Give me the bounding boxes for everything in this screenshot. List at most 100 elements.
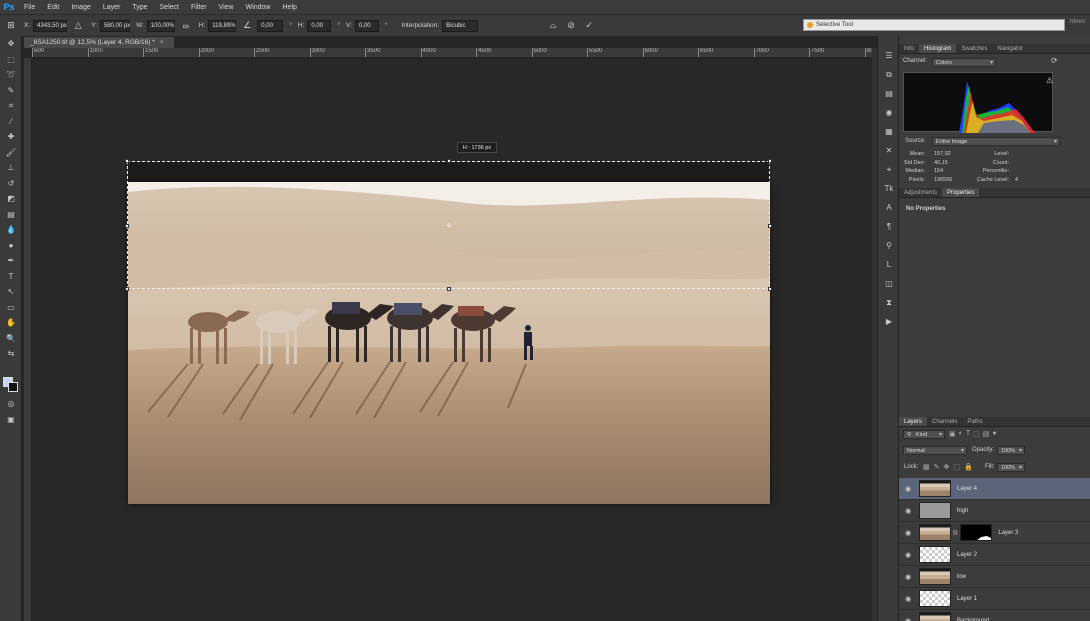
filter-pixel-icon[interactable]: ▣ — [949, 430, 956, 438]
timeline-icon[interactable]: ⧗ — [878, 293, 900, 312]
screen-mode-icon[interactable]: ▣ — [0, 412, 22, 428]
visibility-eye-icon[interactable]: ◉ — [899, 573, 917, 581]
warp-icon[interactable]: ⌓ — [546, 19, 560, 33]
pen-tool-icon[interactable]: ✒ — [0, 253, 22, 269]
visibility-eye-icon[interactable]: ◉ — [899, 595, 917, 603]
layer-row[interactable]: ◉ Layer 2 — [899, 544, 1090, 566]
interpolation-select[interactable]: Bicubic — [442, 19, 479, 32]
refresh-histogram-icon[interactable]: ⟳ — [1051, 56, 1058, 65]
hskew-field[interactable]: 0,00 — [307, 19, 332, 32]
layer-row[interactable]: ◉ Layer 4 — [899, 478, 1090, 500]
character-panel-icon[interactable]: Tk — [878, 179, 900, 198]
filter-shape-icon[interactable]: ⬚ — [973, 430, 980, 438]
clone-source-icon[interactable]: ⌖ — [878, 160, 900, 179]
visibility-eye-icon[interactable]: ◉ — [899, 507, 917, 515]
tab-paths[interactable]: Paths — [962, 417, 987, 426]
menu-help[interactable]: Help — [277, 4, 303, 11]
menu-type[interactable]: Type — [126, 4, 153, 11]
tab-navigator[interactable]: Navigator — [992, 44, 1028, 53]
menu-view[interactable]: View — [213, 4, 240, 11]
mask-link-icon[interactable]: ⛓ — [952, 530, 958, 536]
lock-image-icon[interactable]: ✎ — [934, 463, 940, 471]
play-panel-icon[interactable]: ▶ — [878, 312, 900, 331]
workspace-switcher[interactable]: hbres — [1070, 19, 1090, 31]
layer-mask-thumbnail[interactable] — [960, 524, 993, 541]
filter-type-icon[interactable]: T — [966, 430, 970, 438]
eraser-tool-icon[interactable]: ◩ — [0, 191, 22, 207]
layer-row[interactable]: ◉ ⛓ Layer 3 — [899, 522, 1090, 544]
visibility-eye-icon[interactable]: ◉ — [899, 485, 917, 493]
commit-transform-icon[interactable]: ✓ — [582, 19, 596, 33]
adjustments-icon[interactable]: ◫ — [878, 274, 900, 293]
tab-layers[interactable]: Layers — [899, 417, 928, 426]
layer-row[interactable]: ◉ Background — [899, 610, 1090, 621]
type-tool-icon[interactable]: T — [0, 269, 22, 285]
angle-field[interactable]: 0,00 — [257, 19, 284, 32]
delta-icon[interactable]: △ — [71, 19, 85, 33]
brush-tool-icon[interactable]: 🖌 — [0, 145, 22, 161]
vskew-field[interactable]: 0,00 — [354, 19, 379, 32]
width-field[interactable]: 100,00% — [146, 19, 175, 32]
channel-select[interactable]: Colors — [932, 58, 996, 67]
source-select[interactable]: Entire Image — [932, 137, 1060, 146]
brush-panel-icon[interactable]: ⚲ — [878, 236, 900, 255]
lock-transparent-icon[interactable]: ▦ — [923, 463, 930, 471]
link-icon[interactable]: ∞ — [179, 19, 193, 33]
paragraph-styles-icon[interactable]: A — [878, 198, 900, 217]
gradient-tool-icon[interactable]: ▤ — [0, 207, 22, 223]
history-panel-icon[interactable]: ⧉ — [878, 65, 900, 84]
paragraph-panel-icon[interactable]: ¶ — [878, 217, 900, 236]
layer-comps-icon[interactable]: L — [878, 255, 900, 274]
tab-histogram[interactable]: Histogram — [919, 44, 957, 53]
search-input[interactable]: Selective Tool — [803, 19, 1065, 31]
tool-presets-icon[interactable]: ✕ — [878, 141, 900, 160]
tab-adjustments[interactable]: Adjustments — [899, 188, 942, 197]
filter-toggle-icon[interactable]: ● — [992, 430, 996, 438]
menu-window[interactable]: Window — [240, 4, 277, 11]
blend-mode-select[interactable]: Normal — [903, 446, 967, 455]
notes-panel-icon[interactable]: ▤ — [878, 84, 900, 103]
filter-adjustment-icon[interactable]: ◐ — [959, 430, 963, 438]
visibility-eye-icon[interactable]: ◉ — [899, 529, 917, 537]
path-select-icon[interactable]: ↖ — [0, 284, 22, 300]
swap-colors-icon[interactable]: ⇆ — [0, 346, 22, 362]
close-document-icon[interactable]: × — [160, 39, 164, 46]
filter-smart-icon[interactable]: ▤ — [983, 430, 990, 438]
actions-panel-icon[interactable]: ☰ — [878, 46, 900, 65]
y-position-field[interactable]: 580,00 px — [99, 19, 130, 32]
visibility-eye-icon[interactable]: ◉ — [899, 551, 917, 559]
document-image[interactable] — [128, 182, 770, 504]
marquee-tool-icon[interactable]: ⬚ — [0, 52, 22, 68]
height-field[interactable]: 119,89% — [208, 19, 237, 32]
reference-point-icon[interactable]: ⊞ — [4, 19, 18, 33]
layer-row[interactable]: ◉ high — [899, 500, 1090, 522]
lock-position-icon[interactable]: ✥ — [944, 463, 950, 471]
styles-panel-icon[interactable]: ▦ — [878, 122, 900, 141]
cancel-transform-icon[interactable]: ⊘ — [564, 19, 578, 33]
history-brush-icon[interactable]: ↺ — [0, 176, 22, 192]
lock-all-icon[interactable]: 🔒 — [964, 463, 973, 471]
fill-field[interactable]: 100% — [997, 463, 1025, 472]
menu-image[interactable]: Image — [65, 4, 96, 11]
tab-properties[interactable]: Properties — [942, 188, 980, 197]
document-tab[interactable]: _6SA1250.tif @ 12,5% (Layer 4, RGB/16) *… — [24, 37, 174, 48]
menu-file[interactable]: File — [18, 4, 41, 11]
zoom-tool-icon[interactable]: 🔍 — [0, 331, 22, 347]
move-tool-icon[interactable]: ✥ — [0, 36, 22, 52]
blur-tool-icon[interactable]: 💧 — [0, 222, 22, 238]
shape-tool-icon[interactable]: ▭ — [0, 300, 22, 316]
eyedropper-tool-icon[interactable]: ⁄ — [0, 114, 22, 130]
background-color-swatch[interactable] — [8, 382, 18, 392]
opacity-field[interactable]: 100% — [997, 446, 1025, 455]
healing-tool-icon[interactable]: ✚ — [0, 129, 22, 145]
quick-select-tool-icon[interactable]: ✎ — [0, 83, 22, 99]
menu-layer[interactable]: Layer — [97, 4, 127, 11]
menu-edit[interactable]: Edit — [41, 4, 65, 11]
layer-filter-kind-select[interactable]: ⚲ Kind — [903, 430, 945, 439]
quick-mask-icon[interactable]: ◎ — [0, 396, 22, 412]
lock-artboard-icon[interactable]: ⬚ — [953, 463, 960, 471]
tab-info[interactable]: Info — [899, 44, 919, 53]
visibility-eye-icon[interactable]: ◉ — [899, 617, 917, 621]
dodge-tool-icon[interactable]: ● — [0, 238, 22, 254]
lasso-tool-icon[interactable]: ➰ — [0, 67, 22, 83]
